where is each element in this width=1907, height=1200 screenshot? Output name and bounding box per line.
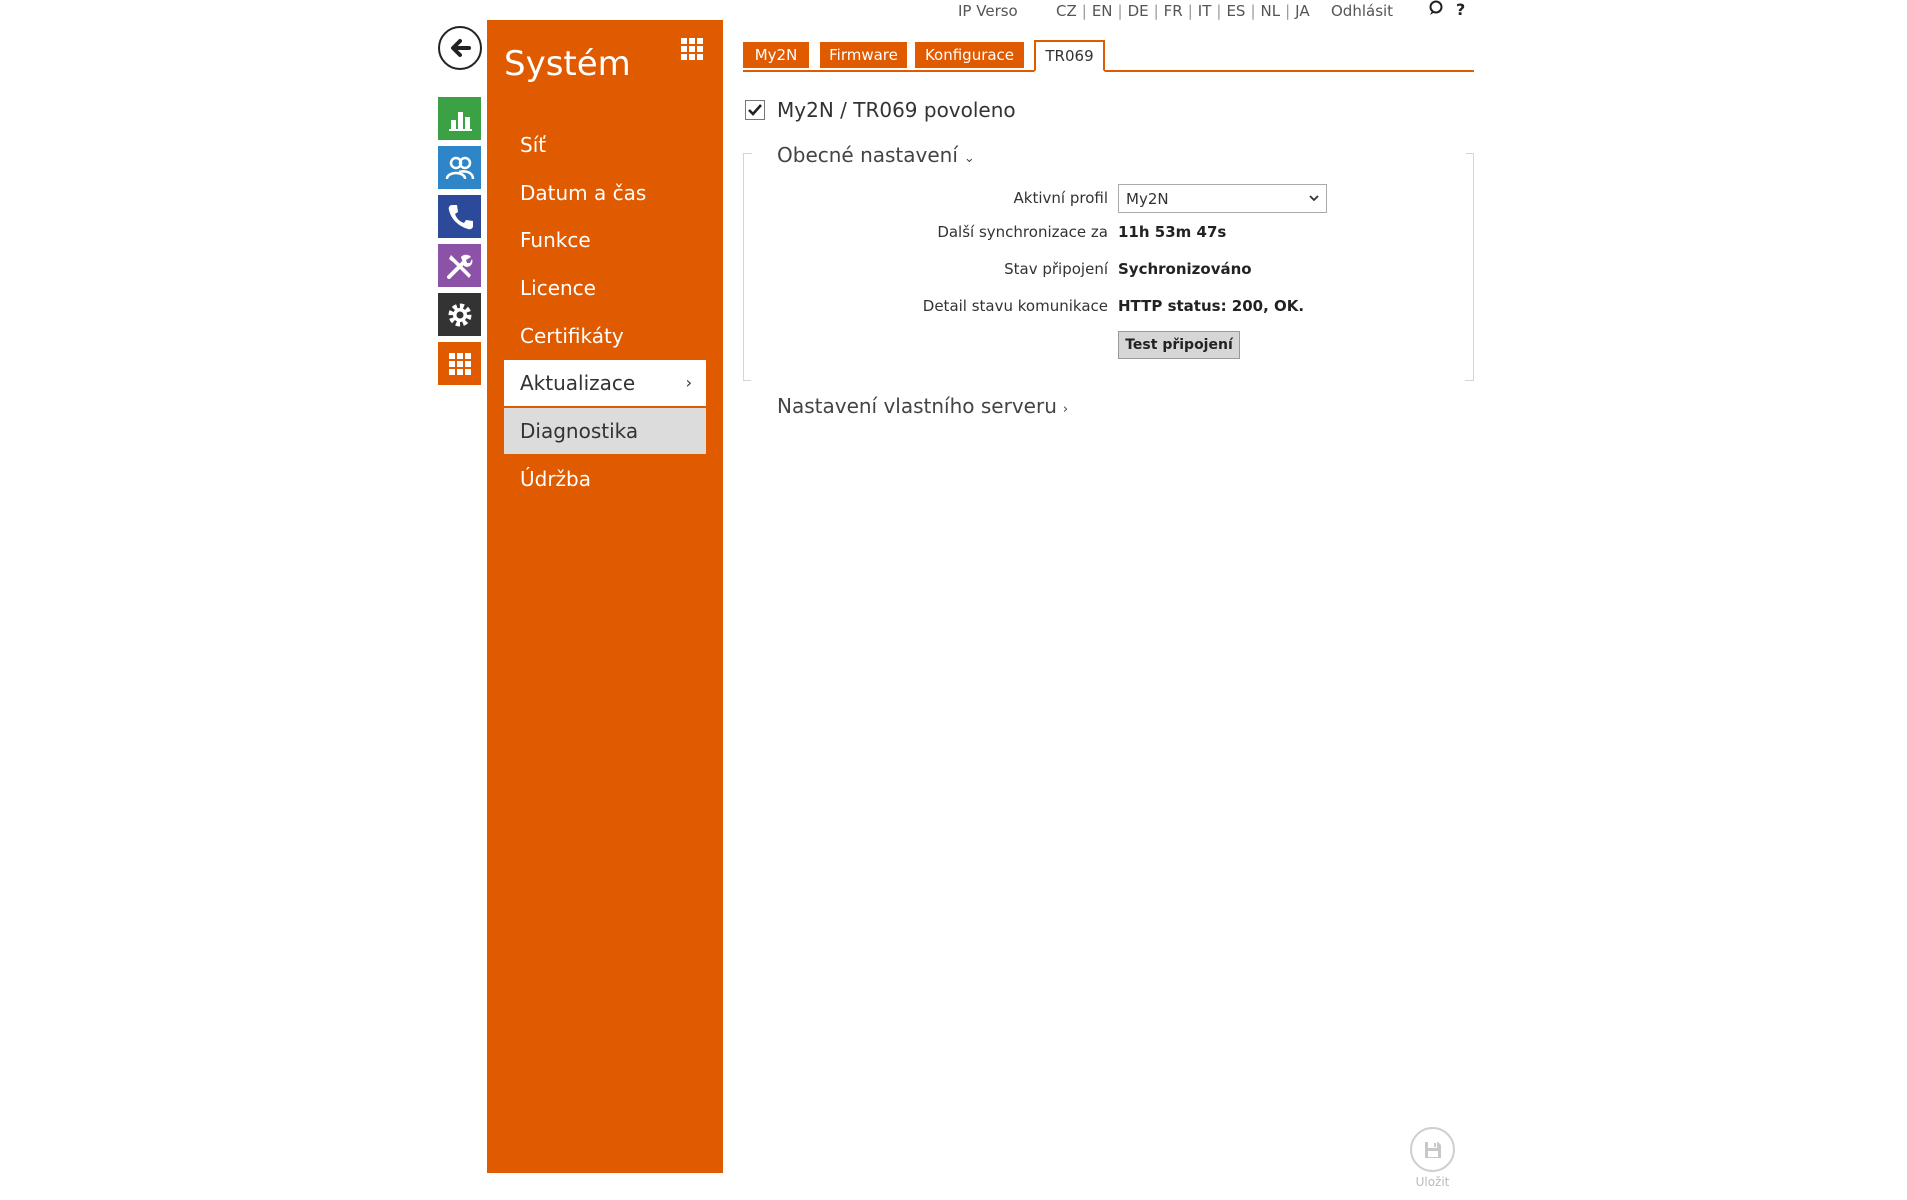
gear-icon: [448, 303, 471, 326]
chevron-right-icon: ›: [685, 373, 692, 393]
floppy-disk-icon: [1424, 1141, 1441, 1158]
sidebar-item-functions[interactable]: Funkce: [504, 217, 706, 263]
rail-services[interactable]: [438, 293, 481, 336]
grid-icon: [448, 352, 471, 375]
lang-fr[interactable]: FR: [1164, 2, 1183, 20]
frame-corner: [1466, 153, 1474, 154]
test-connection-button[interactable]: Test připojení: [1118, 331, 1240, 359]
sidebar-item-licence[interactable]: Licence: [504, 265, 706, 311]
users-icon: [445, 156, 474, 179]
grid-menu-icon[interactable]: [677, 34, 707, 64]
phone-icon: [448, 204, 473, 229]
lang-it[interactable]: IT: [1198, 2, 1212, 20]
sidebar-menu: Síť Datum a čas Funkce Licence Certifiká…: [504, 122, 706, 504]
enable-label: My2N / TR069 povoleno: [777, 98, 1016, 122]
product-name: IP Verso: [958, 2, 1018, 20]
sidebar-title: Systém: [504, 44, 631, 84]
back-button[interactable]: [438, 26, 482, 70]
bar-chart-icon: [448, 111, 472, 131]
rail-status[interactable]: [438, 97, 481, 140]
next-sync-row: Další synchronizace za 11h 53m 47s: [743, 219, 1474, 245]
custom-server-toggle[interactable]: Nastavení vlastního serveru ›: [777, 394, 1068, 418]
frame-corner: [743, 380, 751, 381]
back-arrow-icon: [451, 39, 471, 57]
active-profile-label: Aktivní profil: [1013, 189, 1108, 207]
tab-tr069[interactable]: TR069: [1034, 40, 1105, 72]
sidebar-item-diagnostics[interactable]: Diagnostika: [504, 408, 706, 455]
rail-system[interactable]: [438, 342, 481, 385]
checkmark-icon: [748, 104, 762, 116]
connection-state-row: Stav připojení Sychronizováno: [743, 256, 1474, 282]
chevron-down-icon: ⌄: [963, 151, 975, 166]
sidebar-item-maintenance[interactable]: Údržba: [504, 456, 706, 502]
lang-cz[interactable]: CZ: [1056, 2, 1077, 20]
connection-state-label: Stav připojení: [1004, 260, 1108, 278]
sidebar-item-network[interactable]: Síť: [504, 122, 706, 168]
lang-de[interactable]: DE: [1128, 2, 1149, 20]
enable-row: My2N / TR069 povoleno: [745, 98, 1016, 122]
next-sync-label: Další synchronizace za: [937, 223, 1108, 241]
help-icons: ?: [1428, 0, 1465, 20]
connection-state-value: Sychronizováno: [1118, 260, 1252, 278]
tab-configuration[interactable]: Konfigurace: [915, 42, 1024, 68]
tools-icon: [446, 254, 472, 279]
logout-link[interactable]: Odhlásit: [1331, 2, 1393, 20]
comm-detail-row: Detail stavu komunikace HTTP status: 200…: [743, 293, 1474, 319]
language-switcher: CZ | EN | DE | FR | IT | ES | NL | JA: [1056, 2, 1310, 20]
rail-hardware[interactable]: [438, 244, 481, 287]
lang-en[interactable]: EN: [1092, 2, 1113, 20]
tab-bar: My2N Firmware Konfigurace TR069: [743, 40, 1474, 72]
save-label: Uložit: [1415, 1175, 1450, 1189]
rail-directory[interactable]: [438, 146, 481, 189]
tab-firmware[interactable]: Firmware: [820, 42, 907, 68]
help-icon[interactable]: ?: [1456, 0, 1465, 20]
system-sidebar: Systém Síť Datum a čas Funkce Licence Ce…: [487, 20, 723, 1173]
active-profile-row: Aktivní profil My2N: [743, 184, 1474, 213]
general-settings-toggle[interactable]: Obecné nastavení ⌄: [777, 143, 981, 167]
enable-checkbox[interactable]: [745, 100, 765, 120]
sidebar-item-date-time[interactable]: Datum a čas: [504, 170, 706, 216]
comm-detail-value: HTTP status: 200, OK.: [1118, 297, 1305, 315]
chat-icon[interactable]: [1428, 0, 1444, 20]
chevron-right-icon: ›: [1062, 402, 1069, 417]
comm-detail-label: Detail stavu komunikace: [922, 297, 1108, 315]
lang-nl[interactable]: NL: [1261, 2, 1281, 20]
lang-ja[interactable]: JA: [1295, 2, 1309, 20]
tab-my2n[interactable]: My2N: [743, 42, 809, 68]
sidebar-item-certificates[interactable]: Certifikáty: [504, 313, 706, 359]
save-button[interactable]: [1410, 1127, 1455, 1172]
chevron-down-icon: [1309, 195, 1319, 202]
active-profile-select[interactable]: My2N: [1118, 184, 1327, 213]
next-sync-value: 11h 53m 47s: [1118, 223, 1227, 241]
lang-es[interactable]: ES: [1226, 2, 1245, 20]
rail-calls[interactable]: [438, 195, 481, 238]
sidebar-item-updates[interactable]: Aktualizace ›: [504, 360, 706, 407]
